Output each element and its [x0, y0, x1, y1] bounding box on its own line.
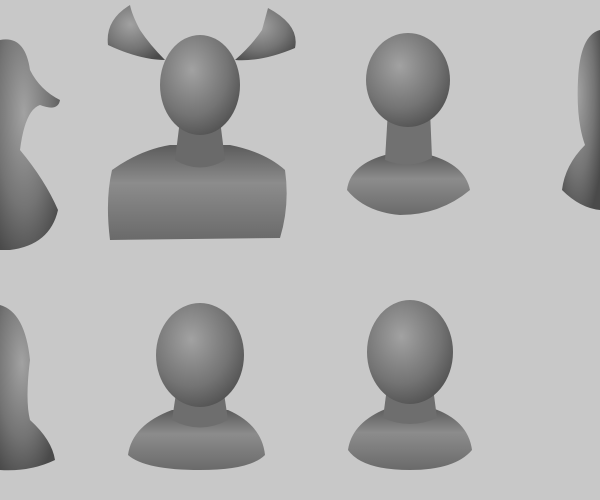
background	[0, 0, 600, 500]
sculpt-render-scene	[0, 0, 600, 500]
